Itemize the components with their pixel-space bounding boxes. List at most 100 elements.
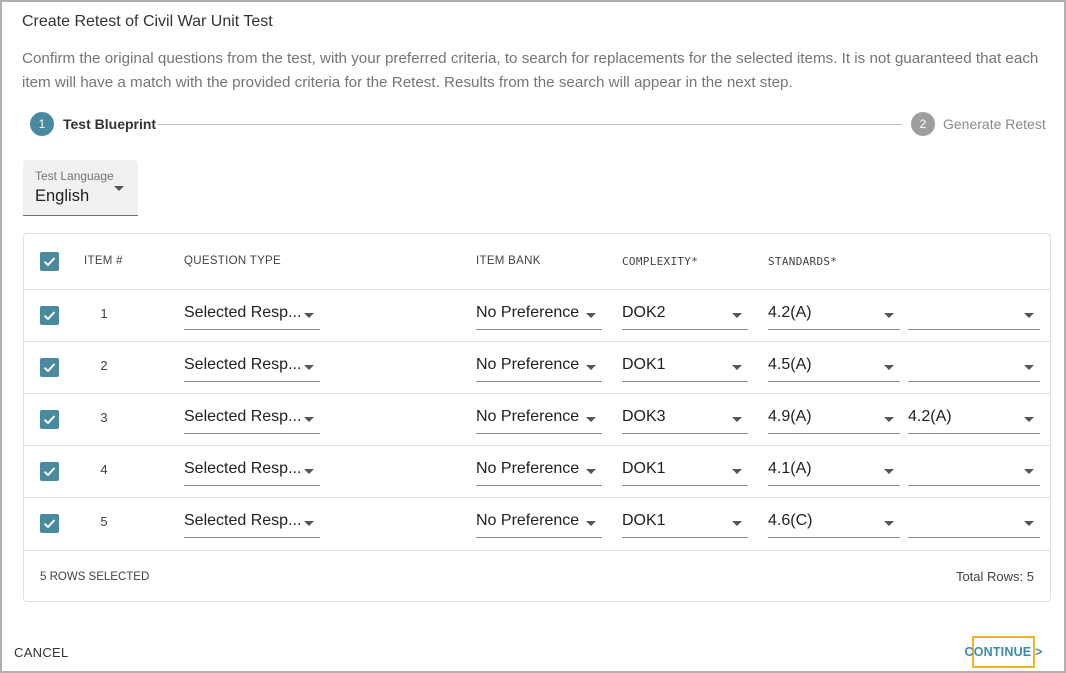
table-header-row: ITEM # QUESTION TYPE ITEM BANK COMPLEXIT… (24, 234, 1050, 290)
chevron-down-icon (1024, 313, 1034, 318)
standard-2-select[interactable] (908, 510, 1040, 538)
continue-button[interactable]: CONTINUE > (964, 636, 1042, 668)
chevron-down-icon (732, 469, 742, 474)
question-type-select[interactable]: Selected Resp... (184, 458, 320, 486)
chevron-down-icon (304, 365, 314, 370)
chevron-down-icon (304, 313, 314, 318)
item-bank-value: No Preference (476, 356, 580, 373)
check-icon (43, 467, 56, 477)
rows-selected-count: 5 ROWS SELECTED (40, 571, 150, 583)
standard-1-select[interactable]: 4.5(A) (768, 354, 900, 382)
standard-1-value: 4.2(A) (768, 304, 812, 321)
chevron-down-icon (884, 313, 894, 318)
item-bank-select[interactable]: No Preference (476, 354, 602, 382)
row-checkbox[interactable] (40, 306, 59, 325)
cancel-button[interactable]: CANCEL (14, 645, 69, 660)
standard-1-select[interactable]: 4.2(A) (768, 302, 900, 330)
question-type-select[interactable]: Selected Resp... (184, 510, 320, 538)
complexity-select[interactable]: DOK1 (622, 458, 748, 486)
complexity-value: DOK1 (622, 356, 666, 373)
chevron-down-icon (1024, 417, 1034, 422)
create-retest-dialog: Create Retest of Civil War Unit Test Con… (0, 0, 1066, 673)
complexity-select[interactable]: DOK3 (622, 406, 748, 434)
step-1-label: Test Blueprint (63, 116, 157, 132)
dialog-description: Confirm the original questions from the … (22, 50, 1039, 91)
chevron-down-icon (1024, 469, 1034, 474)
complexity-value: DOK3 (622, 408, 666, 425)
standard-1-select[interactable]: 4.1(A) (768, 458, 900, 486)
standard-1-select[interactable]: 4.9(A) (768, 406, 900, 434)
complexity-value: DOK1 (622, 512, 666, 529)
header-item-bank: ITEM BANK (476, 255, 541, 267)
item-bank-select[interactable]: No Preference (476, 510, 602, 538)
item-bank-select[interactable]: No Preference (476, 458, 602, 486)
item-number: 5 (100, 514, 108, 529)
complexity-select[interactable]: DOK1 (622, 510, 748, 538)
item-number: 2 (100, 358, 108, 373)
chevron-down-icon (586, 469, 596, 474)
standard-1-select[interactable]: 4.6(C) (768, 510, 900, 538)
complexity-select[interactable]: DOK2 (622, 302, 748, 330)
chevron-down-icon (732, 365, 742, 370)
check-icon (43, 415, 56, 425)
item-bank-select[interactable]: No Preference (476, 406, 602, 434)
item-bank-select[interactable]: No Preference (476, 302, 602, 330)
table-row: 3 Selected Resp... No Preference DOK3 4.… (24, 394, 1050, 446)
chevron-down-icon (1024, 521, 1034, 526)
table-footer: 5 ROWS SELECTED Total Rows: 5 (24, 550, 1050, 602)
chevron-down-icon (884, 417, 894, 422)
chevron-down-icon (586, 417, 596, 422)
step-1-circle: 1 (30, 112, 54, 136)
standard-2-select[interactable] (908, 458, 1040, 486)
standard-1-value: 4.5(A) (768, 356, 812, 373)
test-language-select[interactable]: Test Language English (23, 160, 138, 216)
question-type-value: Selected Resp... (184, 512, 302, 529)
total-rows: Total Rows: 5 (955, 569, 1034, 584)
chevron-down-icon (884, 521, 894, 526)
row-checkbox[interactable] (40, 514, 59, 533)
question-type-value: Selected Resp... (184, 304, 302, 321)
check-icon (43, 363, 56, 373)
standard-2-select[interactable]: 4.2(A) (908, 406, 1040, 434)
complexity-select[interactable]: DOK1 (622, 354, 748, 382)
step-2-label: Generate Retest (943, 116, 1046, 132)
question-type-select[interactable]: Selected Resp... (184, 302, 320, 330)
row-checkbox[interactable] (40, 358, 59, 377)
select-all-checkbox[interactable] (40, 252, 59, 271)
stepper-connector (158, 124, 902, 125)
standard-1-value: 4.1(A) (768, 460, 812, 477)
chevron-down-icon (586, 521, 596, 526)
chevron-down-icon (884, 469, 894, 474)
header-complexity: COMPLEXITY* (622, 255, 699, 268)
chevron-down-icon (304, 521, 314, 526)
question-type-select[interactable]: Selected Resp... (184, 354, 320, 382)
chevron-down-icon (586, 313, 596, 318)
stepper: 1 Test Blueprint 2 Generate Retest (30, 112, 1050, 136)
standard-2-select[interactable] (908, 354, 1040, 382)
chevron-down-icon (586, 365, 596, 370)
chevron-down-icon (1024, 365, 1034, 370)
chevron-down-icon (304, 469, 314, 474)
complexity-value: DOK2 (622, 304, 666, 321)
standard-2-select[interactable] (908, 302, 1040, 330)
chevron-down-icon (732, 417, 742, 422)
chevron-down-icon (732, 313, 742, 318)
question-type-value: Selected Resp... (184, 408, 302, 425)
table-row: 4 Selected Resp... No Preference DOK1 4.… (24, 446, 1050, 498)
standard-1-value: 4.9(A) (768, 408, 812, 425)
question-type-select[interactable]: Selected Resp... (184, 406, 320, 434)
item-bank-value: No Preference (476, 460, 580, 477)
check-icon (43, 519, 56, 529)
table-row: 1 Selected Resp... No Preference DOK2 4.… (24, 290, 1050, 342)
row-checkbox[interactable] (40, 410, 59, 429)
row-checkbox[interactable] (40, 462, 59, 481)
chevron-down-icon (304, 417, 314, 422)
standard-2-value: 4.2(A) (908, 408, 952, 425)
table-row: 5 Selected Resp... No Preference DOK1 4.… (24, 498, 1050, 550)
check-icon (43, 257, 56, 267)
continue-label: CONTINUE > (964, 645, 1043, 659)
dialog-title: Create Retest of Civil War Unit Test (22, 13, 273, 30)
item-number: 3 (100, 410, 108, 425)
chevron-down-icon (732, 521, 742, 526)
item-bank-value: No Preference (476, 304, 580, 321)
